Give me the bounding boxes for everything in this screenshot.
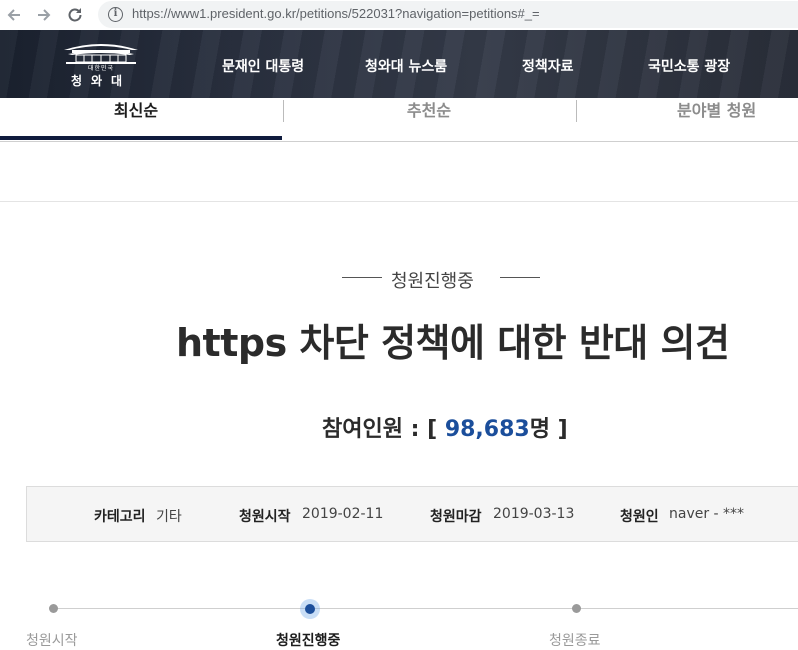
tab-by-category[interactable]: 분야별 청원 — [577, 98, 798, 142]
participants-number: 98,683 — [444, 417, 530, 442]
participants-label: 참여인원 : [ — [322, 417, 438, 442]
section-divider — [0, 201, 798, 202]
author-label: 청원인 — [620, 509, 659, 525]
end-date-label: 청원마감 — [430, 509, 482, 525]
site-logo[interactable]: 대한민국 청와대 — [46, 36, 156, 94]
category-value: 기타 — [156, 509, 182, 525]
site-header: 대한민국 청와대 문재인 대통령 청와대 뉴스룸 정책자료 국민소통 광장 — [0, 30, 798, 98]
end-date-value: 2019-03-13 — [493, 506, 575, 522]
nav-policy[interactable]: 정책자료 — [522, 56, 574, 76]
status-rule-left — [342, 277, 382, 278]
participants-unit: 명 ] — [529, 417, 568, 442]
progress-track — [53, 608, 798, 609]
url-text: https://www1.president.go.kr/petitions/5… — [132, 6, 540, 21]
petition-sort-tabs: 최신순 추천순 분야별 청원 — [0, 98, 798, 142]
back-arrow-icon[interactable] — [2, 3, 26, 27]
browser-toolbar: i https://www1.president.go.kr/petitions… — [0, 0, 798, 30]
active-tab-underline — [0, 136, 282, 140]
status-rule-right — [500, 277, 540, 278]
nav-president[interactable]: 문재인 대통령 — [222, 56, 304, 76]
petition-title: https 차단 정책에 대한 반대 의견 — [176, 321, 730, 365]
petition-info-box: 카테고리 기타 청원시작 2019-02-11 청원마감 2019-03-13 … — [26, 486, 798, 542]
logo-subtitle: 대한민국 — [87, 65, 115, 72]
status-text: 청원진행중 — [391, 271, 474, 292]
progress-step-start: 청원시작 — [26, 633, 78, 649]
progress-dot-start — [49, 604, 58, 613]
address-bar[interactable]: i https://www1.president.go.kr/petitions… — [98, 1, 798, 28]
nav-public-square[interactable]: 국민소통 광장 — [648, 56, 730, 76]
progress-step-end: 청원종료 — [549, 633, 601, 649]
logo-title: 청와대 — [70, 74, 132, 88]
nav-newsroom[interactable]: 청와대 뉴스룸 — [365, 56, 447, 76]
info-icon[interactable]: i — [108, 7, 123, 22]
start-date-value: 2019-02-11 — [302, 506, 384, 522]
participant-count: 참여인원 : [ 98,683명 ] — [322, 411, 568, 443]
blue-house-logo-icon — [64, 44, 138, 64]
progress-dot-active — [305, 604, 315, 614]
progress-step-current: 청원진행중 — [276, 633, 341, 649]
tab-recommended[interactable]: 추천순 — [284, 98, 574, 142]
category-label: 카테고리 — [94, 509, 146, 525]
forward-arrow-icon[interactable] — [32, 3, 56, 27]
progress-dot-end — [572, 604, 581, 613]
start-date-label: 청원시작 — [239, 509, 291, 525]
petition-status: 청원진행중 — [0, 264, 798, 294]
author-value: naver - *** — [669, 506, 745, 522]
reload-icon[interactable] — [63, 3, 87, 27]
